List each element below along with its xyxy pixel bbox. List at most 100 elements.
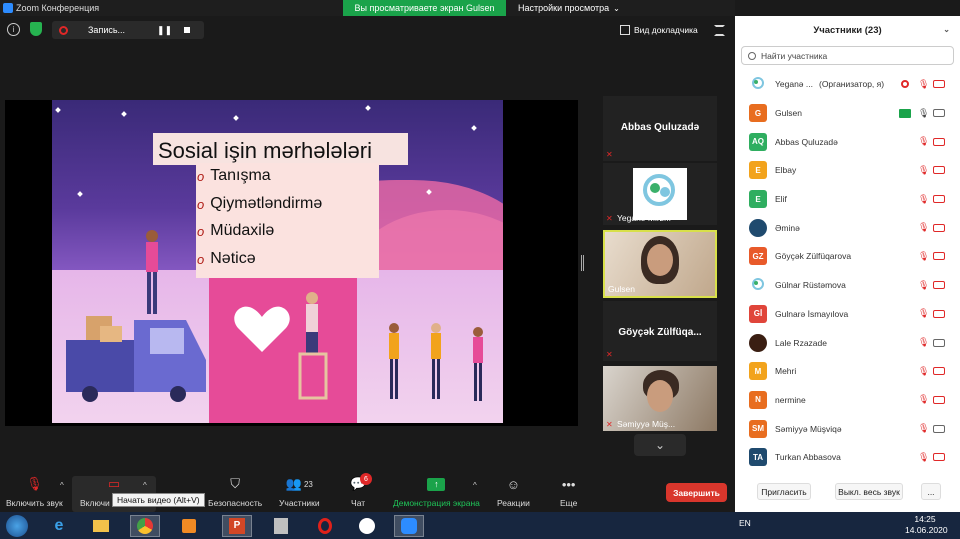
mute-all-button[interactable]: Выкл. весь звук [835,483,903,500]
participant-row[interactable]: M Mehri 🎙 [735,357,960,386]
video-off-icon [933,367,945,376]
video-tile[interactable]: ✕ Səmiyyə Müş... [603,366,717,431]
panel-more-button[interactable]: ... [921,483,941,500]
pdf-reader-icon[interactable] [266,515,296,537]
keyboard-language[interactable]: EN [739,518,751,528]
system-clock[interactable]: 14:25 14.06.2020 [905,514,948,536]
participants-panel: Участники (23) ⌄ Найти участника Yeganə … [735,16,960,512]
slide-item-text: Nəticə [210,250,256,267]
fullscreen-icon[interactable] [714,25,725,36]
mic-muted-icon: 🎙 [26,476,43,491]
participant-row[interactable]: Nnermine 🎙 [735,386,960,415]
view-settings-button[interactable]: Настройки просмотра ⌄ [518,0,620,16]
participant-name-text: Gulnarə İsmayılova [775,308,849,319]
participants-button[interactable]: 👥 23 Участники [279,476,320,510]
chat-button[interactable]: 💬 6 Чат [350,473,372,510]
participant-row[interactable]: Lale Rzazade 🎙 [735,328,960,357]
participant-row[interactable]: SM Səmiyyə Müşviqə 🎙 [735,414,960,443]
avatar-initials: E [749,161,767,180]
more-label: Еще [560,498,578,508]
video-tile[interactable]: ✕ Yeganə Mirz... [603,163,717,225]
participant-search-input[interactable]: Найти участника [741,46,954,65]
file-explorer-icon[interactable] [86,515,116,537]
zoom-taskbar-icon[interactable] [394,515,424,537]
windows-taskbar: e P [0,512,960,539]
mic-muted-icon[interactable]: 🎙 [918,79,929,90]
end-meeting-button[interactable]: Завершить [666,483,727,502]
participant-name: Elif [775,194,787,204]
mic-muted-icon[interactable]: 🎙 [918,394,929,405]
participant-list: Yeganə ... (Организатор, я) 🎙 G Gulsen 🎙 AQ Abb… [735,70,960,472]
participant-name: Elbay [775,165,796,175]
participant-row[interactable]: Əminə 🎙 [735,213,960,242]
powerpoint-icon[interactable]: P [222,515,252,537]
participant-row[interactable]: Gİ Gulnarə İsmayılova 🎙 [735,300,960,329]
reaction-smiley-icon: ☺ [506,476,521,492]
participant-name-text: Gülnar Rüstəmova [775,280,846,291]
participant-name: nermine [775,395,806,405]
participant-row[interactable]: E Elif 🎙 [735,185,960,214]
internet-explorer-icon[interactable]: e [44,515,74,537]
start-button[interactable] [6,515,28,537]
mic-muted-icon[interactable]: 🎙 [918,165,929,176]
organization-logo-avatar [749,276,767,295]
opera-icon[interactable] [310,515,340,537]
mic-muted-icon[interactable]: 🎙 [918,280,929,291]
audio-options-caret[interactable]: ^ [60,481,64,490]
mic-muted-icon[interactable]: 🎙 [918,366,929,377]
participant-row[interactable]: Gülnar Rüstəmova 🎙 [735,271,960,300]
video-off-icon [933,223,945,232]
video-tile-active[interactable]: Gulsen [603,230,717,298]
mic-on-icon[interactable]: 🎙 [918,108,929,119]
avatar-initials: AQ [749,132,767,151]
mic-muted-icon[interactable]: 🎙 [918,136,929,147]
share-options-caret[interactable]: ^ [473,481,477,490]
share-screen-button[interactable]: ↑ Демонстрация экрана [393,476,480,510]
video-tile[interactable]: Göyçək Zülfüqa... ✕ [603,301,717,361]
slide-bullet: o [197,196,205,212]
mic-muted-icon[interactable]: 🎙 [918,251,929,262]
reactions-button[interactable]: ☺ Реакции [497,476,530,510]
participant-name: Lale Rzazade [775,338,827,348]
camera-feed-face [647,380,673,412]
media-player-icon[interactable] [174,515,204,537]
participant-row[interactable]: Yeganə ... (Организатор, я) 🎙 [735,70,960,99]
mic-muted-icon[interactable]: 🎙 [918,308,929,319]
participant-row[interactable]: TA Turkan Abbasova 🎙 [735,443,960,472]
info-icon[interactable]: i [7,23,20,36]
chrome-icon[interactable] [130,515,160,537]
invite-button[interactable]: Пригласить [757,483,811,500]
chat-icon: 💬 6 [350,473,372,492]
participant-name: Göyçək Zülfüqarova [775,251,851,261]
participant-row[interactable]: GZ Göyçək Zülfüqarova 🎙 [735,242,960,271]
tile-name: Gulsen [608,284,635,294]
pen-tool-icon[interactable] [352,515,382,537]
video-options-caret[interactable]: ^ [143,481,147,490]
mic-muted-icon[interactable]: 🎙 [918,452,929,463]
encryption-shield-icon[interactable] [30,22,42,36]
mic-muted-icon[interactable]: 🎙 [918,337,929,348]
avatar-initials: Gİ [749,304,767,323]
video-off-icon [933,166,945,175]
scroll-thumbnails-button[interactable]: ⌄ [634,434,686,456]
chat-unread-badge: 6 [360,473,372,485]
unmute-button[interactable]: 🎙 Включить звук [6,476,63,510]
slide-list-item: o Qiymətləndirmə [197,195,322,213]
participant-row[interactable]: AQ Abbas Quluzadə 🎙 [735,127,960,156]
mic-muted-icon[interactable]: 🎙 [918,194,929,205]
splitter-handle[interactable] [581,255,584,271]
mic-muted-icon[interactable]: 🎙 [918,423,929,434]
pause-recording-icon[interactable]: ❚❚ [157,25,172,36]
speaker-view-button[interactable]: Вид докладчика [620,21,698,39]
participant-name: Gulsen [775,108,802,118]
security-button[interactable]: ⛉ Безопасность [208,476,262,510]
participant-row[interactable]: E Elbay 🎙 [735,156,960,185]
video-tile[interactable]: Abbas Quluzadə ✕ [603,96,717,161]
more-button[interactable]: ••• Еще [560,476,577,510]
stop-recording-icon[interactable] [184,27,191,33]
video-thumbnails: Abbas Quluzadə ✕ ✕ Yeganə Mirz... Gulsen… [603,96,717,466]
collapse-panel-icon[interactable]: ⌄ [943,25,950,34]
participant-row[interactable]: G Gulsen 🎙 [735,99,960,128]
participant-name-text: Abbas Quluzadə [775,136,838,147]
mic-muted-icon[interactable]: 🎙 [918,222,929,233]
